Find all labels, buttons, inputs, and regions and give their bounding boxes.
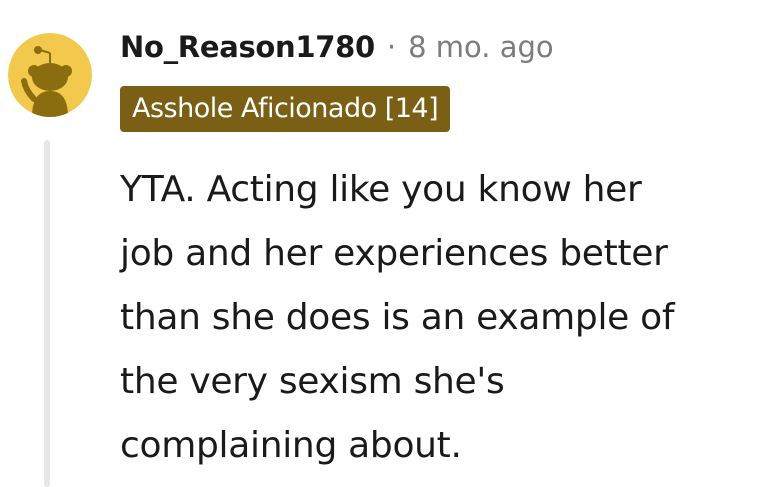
meta-separator: · [386, 30, 397, 64]
comment-body: YTA. Acting like you know her job and he… [120, 169, 675, 466]
username-link[interactable]: No_Reason1780 [120, 27, 375, 67]
timestamp-link[interactable]: 8 mo. ago [408, 27, 554, 67]
comment-meta: No_Reason1780 · 8 mo. ago [120, 27, 554, 67]
comment: No_Reason1780 · 8 mo. ago Asshole Aficio… [0, 0, 766, 487]
snoo-avatar-icon [8, 33, 92, 117]
user-flair-badge: Asshole Aficionado [14] [120, 86, 451, 132]
thread-line[interactable] [44, 140, 50, 487]
avatar[interactable] [8, 33, 92, 117]
